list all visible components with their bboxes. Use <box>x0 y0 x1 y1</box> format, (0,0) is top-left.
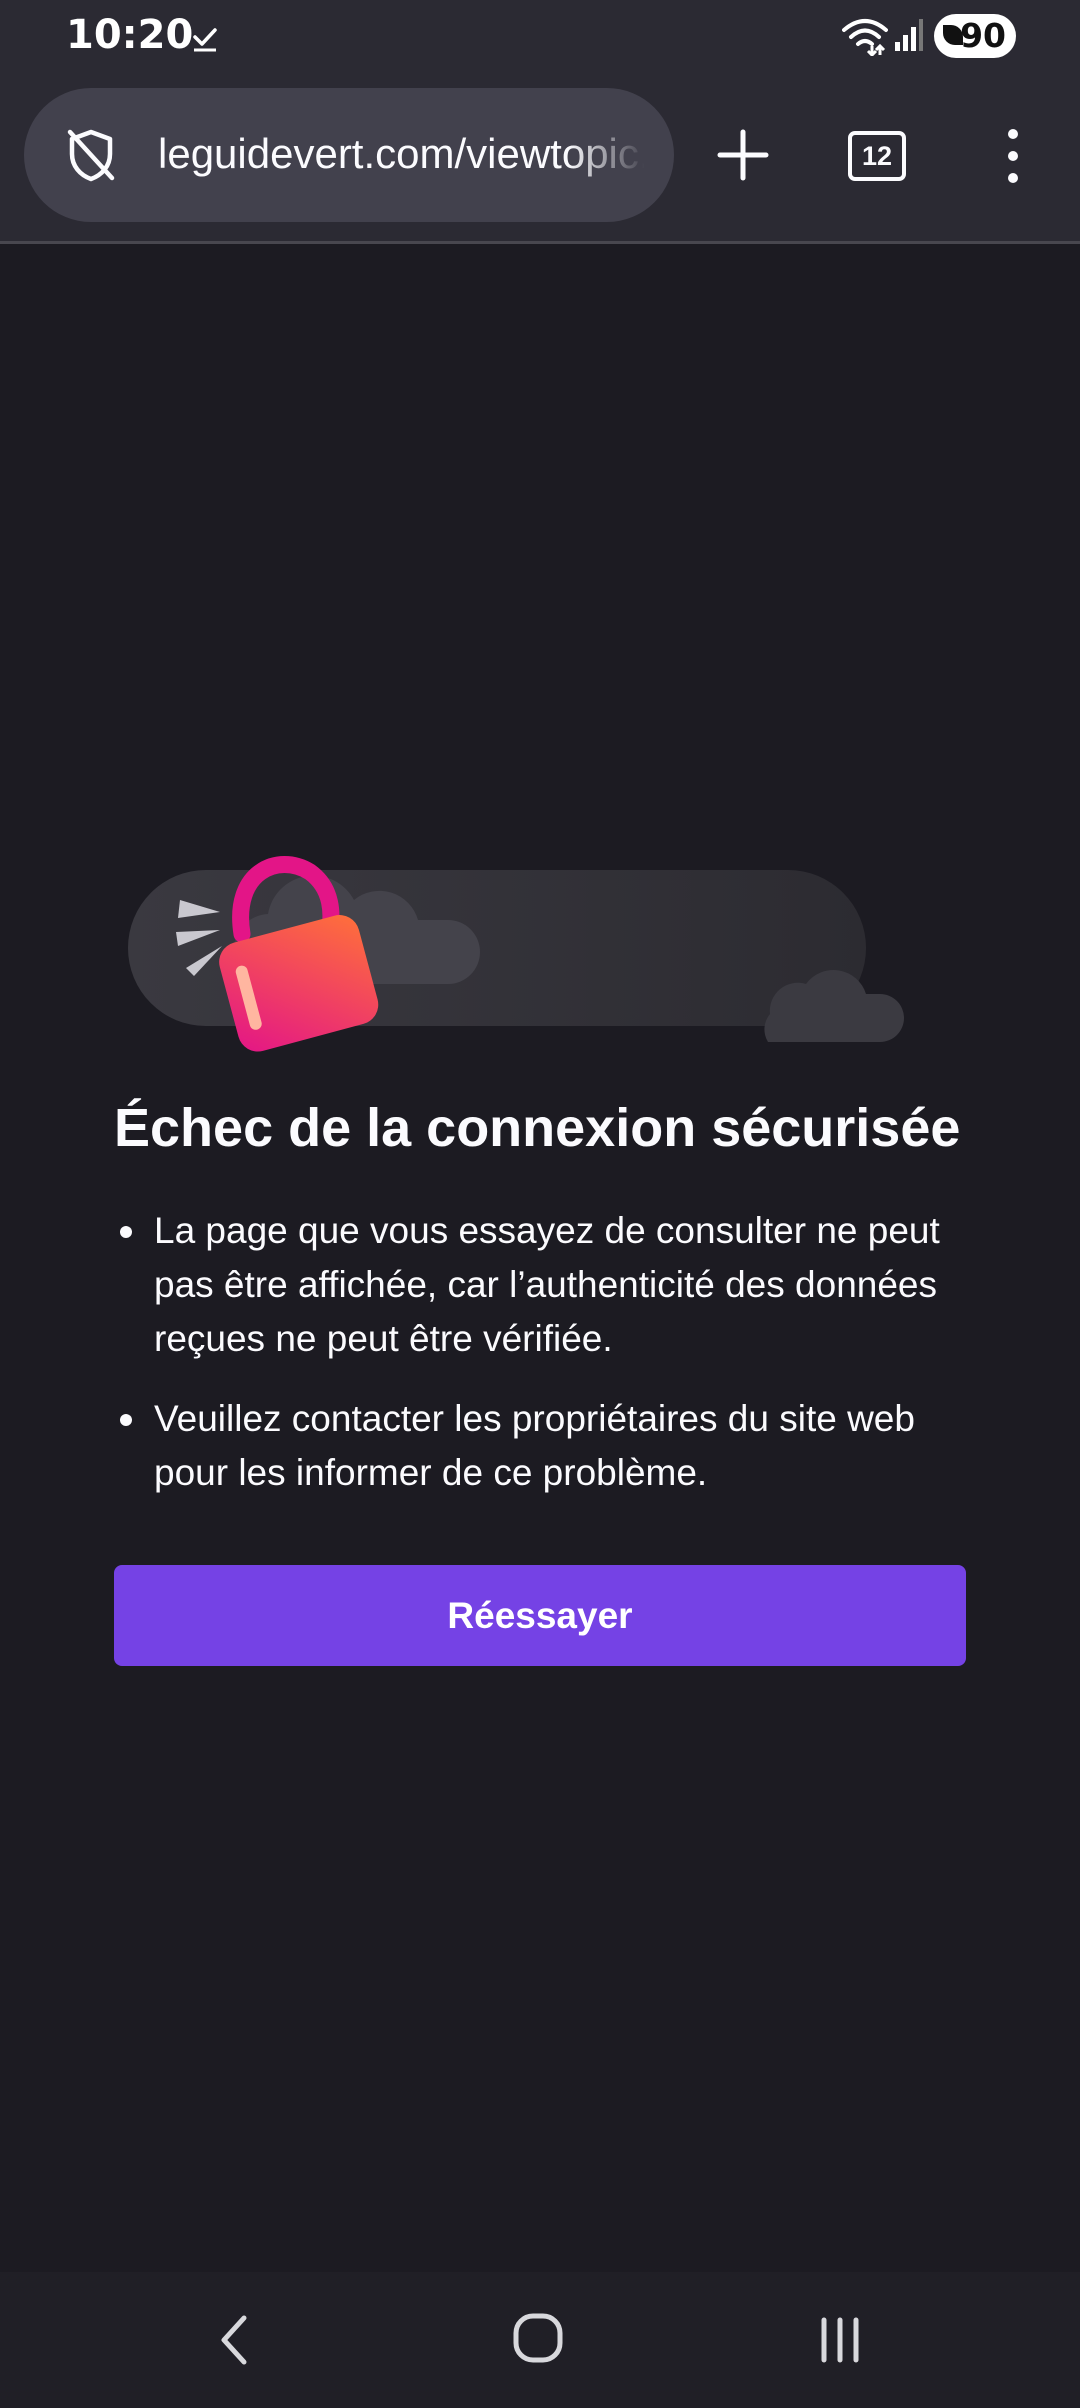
error-title: Échec de la connexion sécurisée <box>114 1098 961 1158</box>
retry-button[interactable]: Réessayer <box>114 1565 966 1666</box>
more-vertical-icon <box>1008 129 1018 183</box>
system-nav-bar <box>0 2272 1080 2408</box>
signal-icon <box>894 18 924 57</box>
wifi-icon <box>842 16 888 61</box>
new-tab-button[interactable] <box>712 124 774 186</box>
list-item: La page que vous essayez de consulter ne… <box>114 1204 994 1366</box>
error-bullet-list: La page que vous essayez de consulter ne… <box>114 1204 994 1526</box>
more-menu-button[interactable] <box>1000 124 1026 188</box>
recents-icon[interactable] <box>816 2312 864 2373</box>
status-bar: 10:20 90 <box>0 0 1080 76</box>
check-icon <box>192 26 218 57</box>
broken-lock-illustration <box>128 852 918 1057</box>
battery-level: 90 <box>960 16 1006 55</box>
plus-icon <box>717 129 769 181</box>
battery-icon: 90 <box>934 14 1016 58</box>
home-icon[interactable] <box>510 2310 566 2371</box>
browser-screen: 10:20 90 leguidevert.com/viewt 12 Échec … <box>0 0 1080 2408</box>
back-icon[interactable] <box>214 2312 254 2373</box>
list-item: Veuillez contacter les propriétaires du … <box>114 1392 994 1500</box>
shield-off-icon[interactable] <box>62 126 120 189</box>
browser-toolbar: leguidevert.com/viewtopic.php 12 <box>0 76 1080 244</box>
tabs-counter-button[interactable]: 12 <box>848 131 906 181</box>
status-time: 10:20 <box>66 12 194 58</box>
url-fade <box>568 118 658 192</box>
url-bar[interactable]: leguidevert.com/viewtopic.php <box>24 88 674 222</box>
